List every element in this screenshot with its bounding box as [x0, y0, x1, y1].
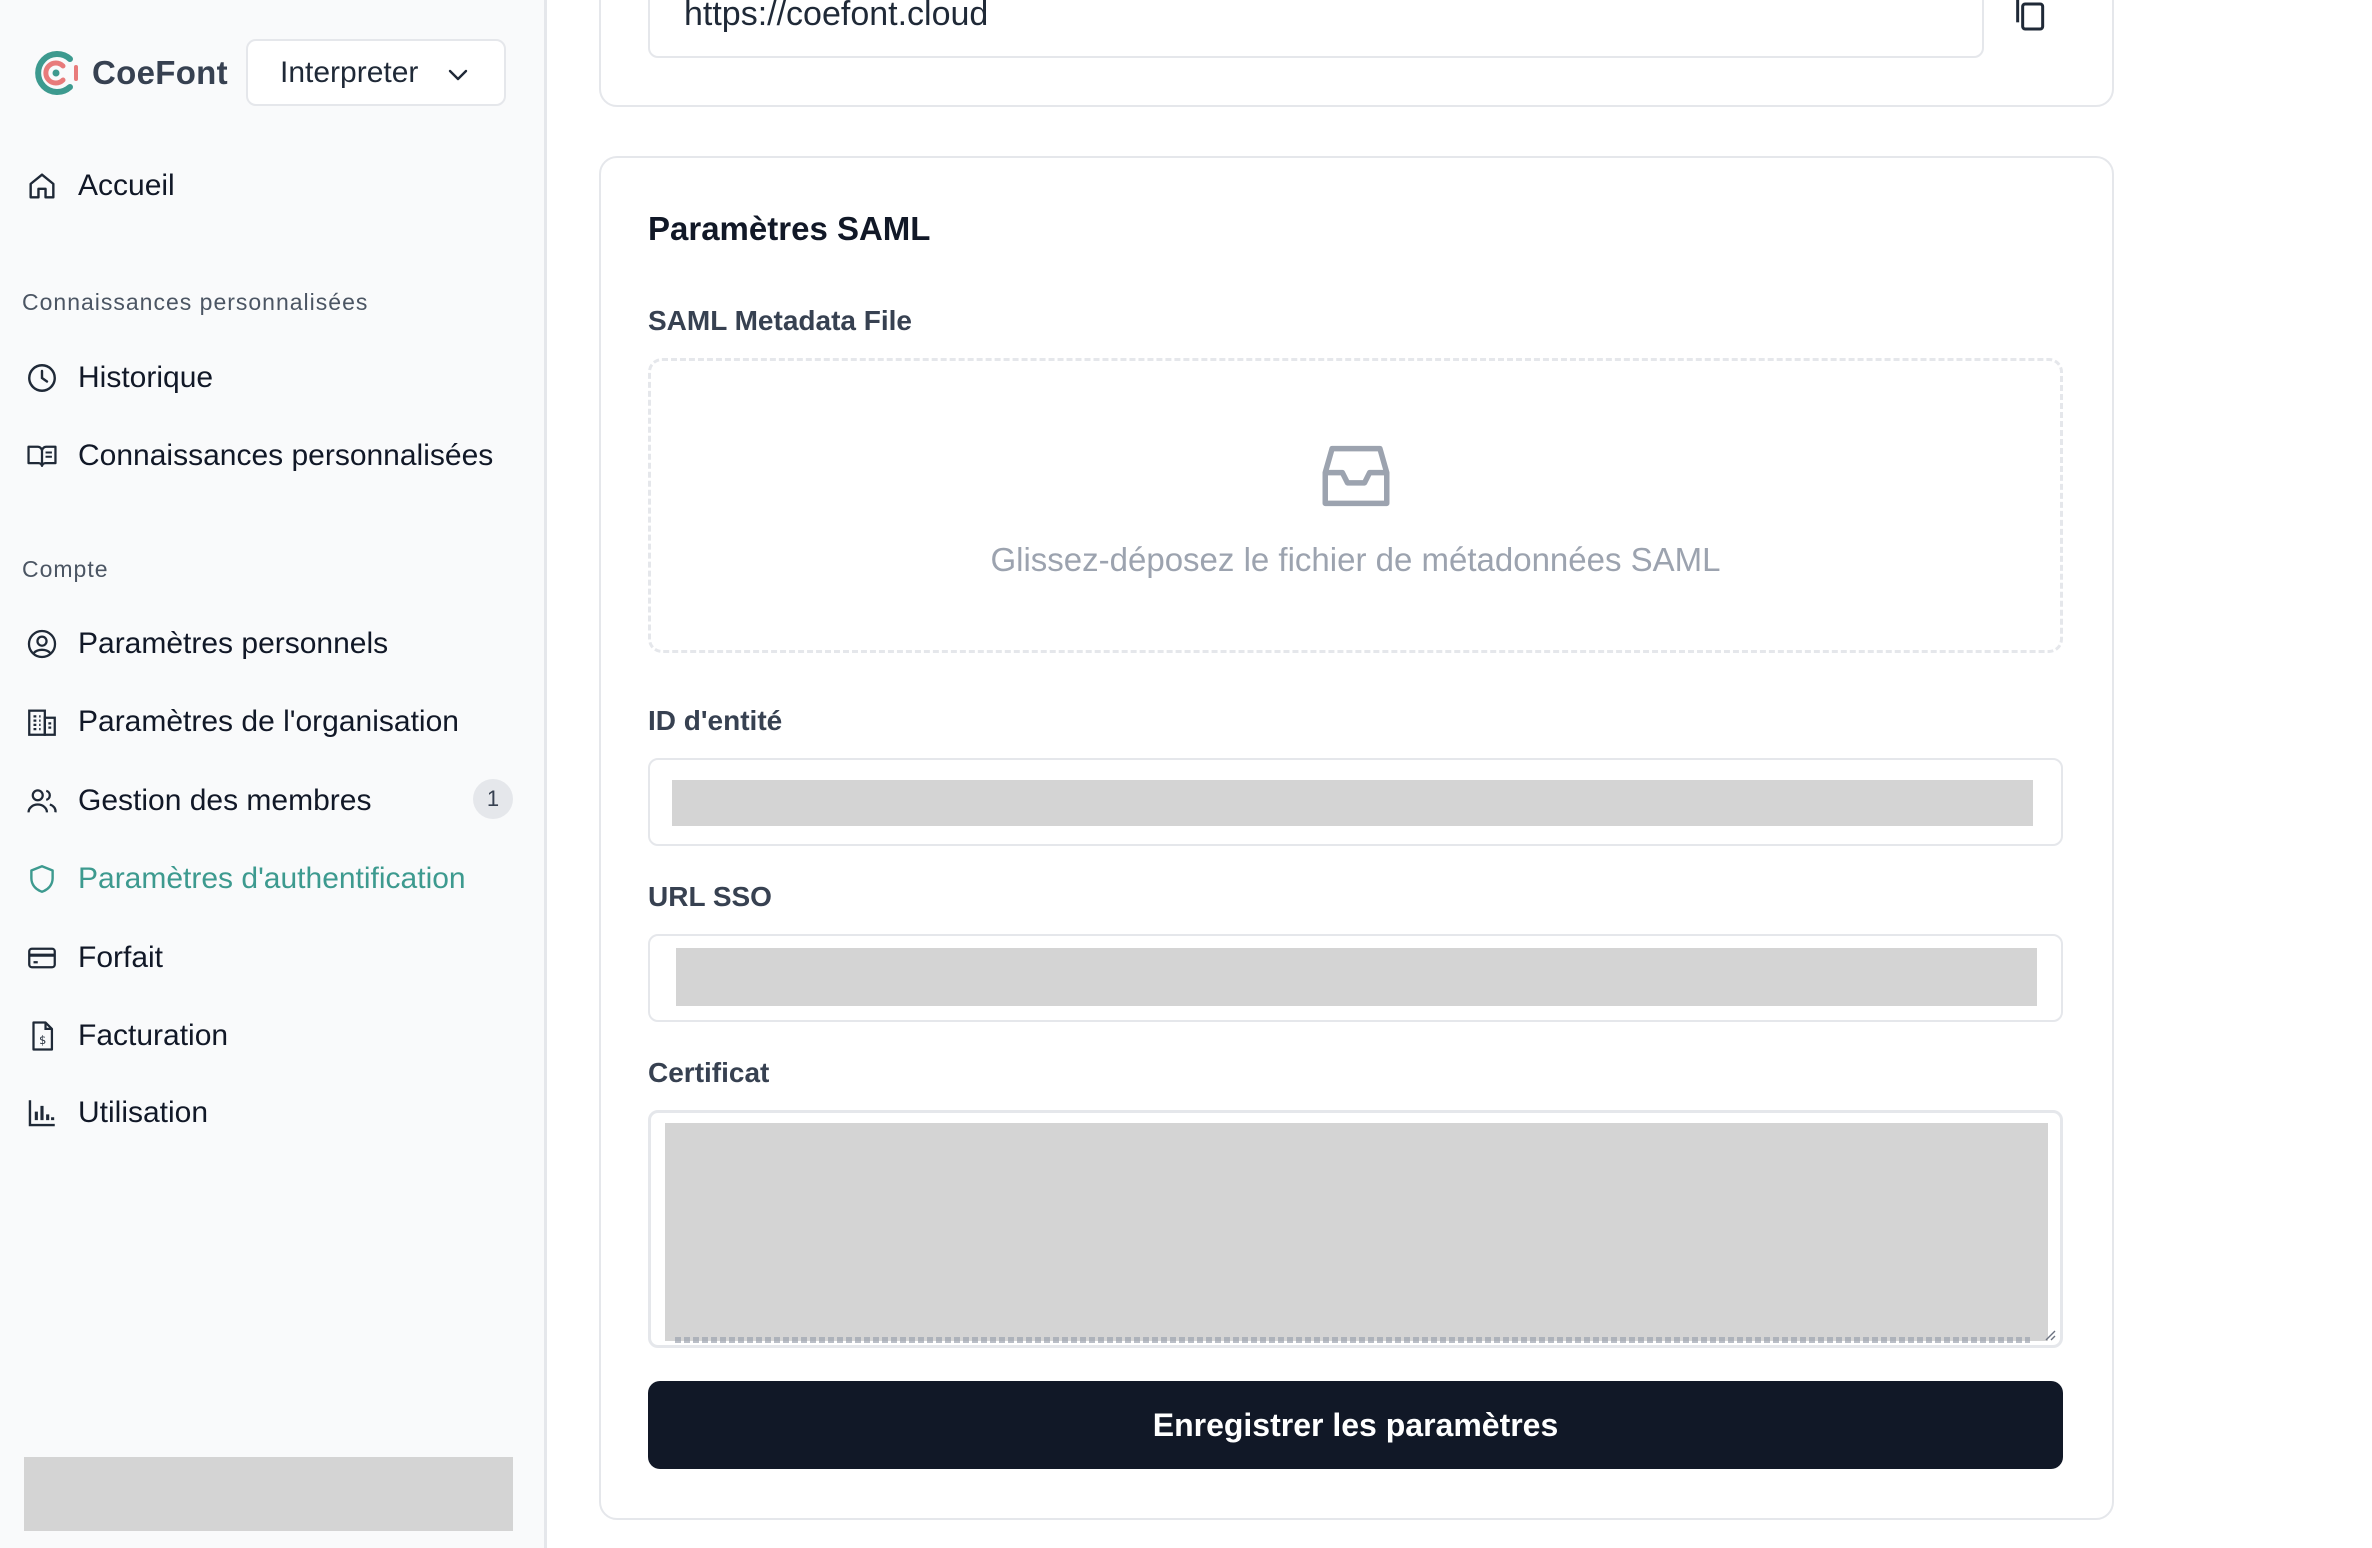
brand[interactable]: CoeFont [30, 39, 228, 107]
sidebar-item-custom-knowledge[interactable]: Connaissances personnalisées [22, 431, 493, 481]
dropzone-hint: Glissez-déposez le fichier de métadonnée… [990, 541, 1721, 578]
building-icon [22, 702, 62, 742]
brand-name: CoeFont [92, 54, 228, 91]
home-icon [22, 166, 62, 206]
book-open-icon [22, 436, 62, 476]
sidebar-item-label: Forfait [78, 941, 164, 974]
inbox-icon [1322, 445, 1390, 507]
invoice-icon: $ [22, 1016, 62, 1056]
entity-id-label: ID d'entité [648, 705, 783, 736]
user-profile-redacted[interactable] [24, 1457, 513, 1531]
svg-text:$: $ [39, 1033, 46, 1047]
sidebar-item-label: Connaissances personnalisées [78, 439, 494, 472]
sidebar-item-billing[interactable]: $ Facturation [22, 1011, 228, 1061]
certificate-textarea[interactable] [648, 1110, 2063, 1348]
chevron-down-icon [448, 69, 468, 81]
sso-url-label: URL SSO [648, 881, 772, 912]
sso-url-input[interactable] [648, 934, 2063, 1022]
user-circle-icon [22, 624, 62, 664]
sidebar-item-label: Accueil [78, 169, 175, 202]
sidebar-item-label: Historique [78, 361, 214, 394]
coefont-logo-icon [35, 51, 78, 95]
sidebar-item-label: Paramètres de l'organisation [78, 705, 459, 738]
sidebar-item-label: Facturation [78, 1019, 229, 1052]
url-value: https://coefont.cloud [684, 0, 989, 33]
sidebar-item-label: Gestion des membres [78, 784, 372, 817]
metadata-file-label: SAML Metadata File [648, 305, 912, 336]
url-field[interactable]: https://coefont.cloud [648, 0, 1984, 58]
sidebar-item-history[interactable]: Historique [22, 353, 213, 403]
sidebar-item-label: Paramètres personnels [78, 627, 389, 660]
sidebar-item-org-settings[interactable]: Paramètres de l'organisation [22, 697, 459, 747]
entity-id-redacted [672, 780, 2033, 826]
members-count-badge: 1 [473, 779, 513, 819]
sidebar-item-usage[interactable]: Utilisation [22, 1088, 208, 1138]
sidebar-item-label: Utilisation [78, 1096, 209, 1129]
certificate-redacted [665, 1123, 2048, 1341]
credit-card-icon [22, 938, 62, 978]
bar-chart-icon [22, 1093, 62, 1133]
mode-select[interactable]: Interpreter [246, 39, 506, 106]
coefont-logo[interactable]: CoeFont [30, 47, 228, 99]
sidebar: CoeFont Interpreter Accueil Connaissance… [0, 0, 547, 1548]
entity-id-input[interactable] [648, 758, 2063, 846]
certificate-overflow-text [675, 1337, 2030, 1343]
users-icon [22, 781, 62, 821]
mode-select-value: Interpreter [280, 55, 419, 89]
sidebar-item-personal-settings[interactable]: Paramètres personnels [22, 619, 388, 669]
sidebar-item-label: Paramètres d'authentification [78, 862, 466, 895]
sidebar-item-home[interactable]: Accueil [22, 161, 175, 211]
sidebar-item-members[interactable]: Gestion des membres [22, 776, 371, 826]
clock-icon [22, 358, 62, 398]
copy-icon[interactable] [2011, 0, 2051, 34]
section-label-account: Compte [22, 556, 109, 582]
shield-icon [22, 859, 62, 899]
resize-handle-icon[interactable] [2042, 1327, 2056, 1341]
save-settings-button[interactable]: Enregistrer les paramètres [648, 1381, 2063, 1469]
saml-card-title: Paramètres SAML [648, 210, 931, 247]
section-label-knowledge: Connaissances personnalisées [22, 289, 369, 315]
sidebar-item-plan[interactable]: Forfait [22, 933, 163, 983]
saml-metadata-dropzone[interactable]: Glissez-déposez le fichier de métadonnée… [648, 358, 2063, 653]
certificate-label: Certificat [648, 1057, 770, 1088]
sidebar-item-auth-settings[interactable]: Paramètres d'authentification [22, 854, 466, 904]
sso-url-redacted [676, 948, 2037, 1006]
